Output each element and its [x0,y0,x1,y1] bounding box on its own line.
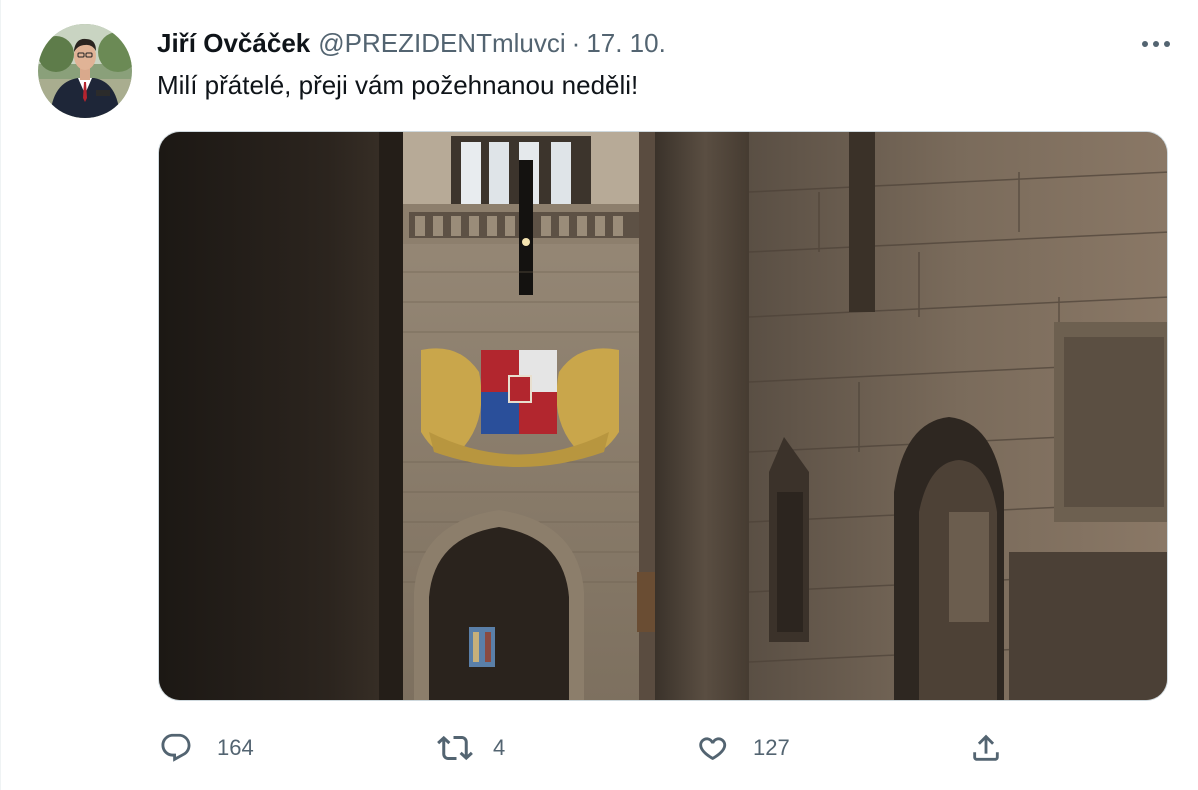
avatar[interactable] [38,24,132,118]
retweet-count: 4 [493,735,506,760]
more-horizontal-icon [1141,35,1171,53]
tweet-actions: 164 4 127 [159,726,1029,770]
heart-icon [695,731,729,765]
like-button[interactable]: 127 [695,726,790,770]
tweet-date[interactable]: 17. 10. [586,28,666,59]
reply-button[interactable]: 164 [159,726,254,770]
tweet-photo[interactable] [158,131,1168,701]
user-handle[interactable]: @PREZIDENTmluvci [318,28,565,59]
display-name[interactable]: Jiří Ovčáček [157,28,310,59]
share-icon [969,731,1003,765]
retweet-icon [437,730,473,766]
reply-count: 164 [217,735,254,760]
reply-icon [159,731,193,765]
share-button[interactable] [969,726,1003,770]
tweet-text: Milí přátelé, přeji vám požehnanou neděl… [157,70,639,100]
retweet-button[interactable]: 4 [437,726,505,770]
separator-dot: · [571,27,581,58]
like-count: 127 [753,735,790,760]
tweet[interactable]: Jiří Ovčáček @PREZIDENTmluvci · 17. 10. … [0,0,1198,790]
tweet-header: Jiří Ovčáček @PREZIDENTmluvci · 17. 10. [157,26,666,60]
more-options-button[interactable] [1136,28,1176,60]
